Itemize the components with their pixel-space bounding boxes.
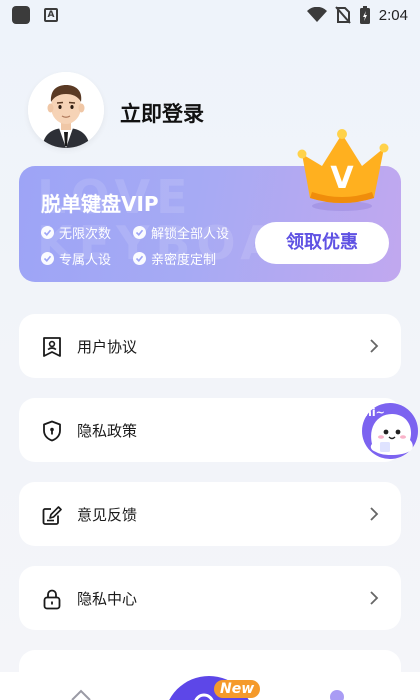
- menu-item-user-agreement[interactable]: 用户协议: [19, 314, 401, 378]
- vip-feature-label: 专属人设: [59, 253, 112, 268]
- status-bar: A 2:04: [0, 0, 420, 30]
- battery-charging-icon: [359, 6, 370, 24]
- floating-mascot-button[interactable]: hi~: [360, 400, 420, 462]
- menu-item-label: 隐私中心: [77, 589, 138, 608]
- notification-square-icon: [12, 6, 30, 24]
- menu-item-label: 意见反馈: [77, 505, 138, 524]
- claim-offer-button[interactable]: 领取优惠: [255, 222, 389, 264]
- wifi-icon: [306, 7, 327, 22]
- chevron-right-icon: [370, 507, 379, 521]
- profile-nav-icon[interactable]: [330, 690, 344, 700]
- home-nav-icon[interactable]: [70, 688, 92, 700]
- menu-item-privacy-center[interactable]: 隐私中心: [19, 566, 401, 630]
- edit-note-icon: [42, 506, 62, 525]
- vip-feature-label: 解锁全部人设: [151, 227, 230, 242]
- menu-item-feedback[interactable]: 意见反馈: [19, 482, 401, 546]
- menu-item-label: 用户协议: [77, 337, 138, 356]
- menu-item-label: 隐私政策: [77, 421, 138, 440]
- mascot-greeting: hi~: [364, 406, 385, 419]
- clock-time: 2:04: [378, 6, 408, 24]
- check-icon: [41, 226, 54, 239]
- no-sim-icon: [335, 6, 351, 24]
- vip-crown-icon: V: [292, 128, 392, 212]
- vip-title: 脱单键盘VIP: [41, 192, 159, 216]
- chevron-right-icon: [370, 339, 379, 353]
- check-icon: [133, 226, 146, 239]
- new-badge: New: [214, 680, 261, 698]
- check-icon: [133, 252, 146, 265]
- bookmark-user-icon: [43, 337, 61, 357]
- vip-feature: 专属人设: [41, 249, 111, 268]
- chevron-right-icon: [370, 591, 379, 605]
- login-link[interactable]: 立即登录: [120, 98, 204, 128]
- vip-feature: 解锁全部人设: [133, 223, 229, 242]
- vip-feature-label: 亲密度定制: [151, 253, 217, 268]
- crown-letter: V: [330, 161, 354, 196]
- vip-feature: 亲密度定制: [133, 249, 216, 268]
- menu-item-privacy-policy[interactable]: 隐私政策: [19, 398, 401, 462]
- app-a-icon: A: [44, 8, 58, 22]
- user-avatar-illustration: [28, 72, 104, 148]
- check-icon: [41, 252, 54, 265]
- vip-feature-label: 无限次数: [59, 227, 112, 242]
- lock-icon: [43, 589, 61, 610]
- avatar[interactable]: [28, 72, 104, 148]
- shield-lock-icon: [43, 420, 61, 442]
- vip-feature: 无限次数: [41, 223, 111, 242]
